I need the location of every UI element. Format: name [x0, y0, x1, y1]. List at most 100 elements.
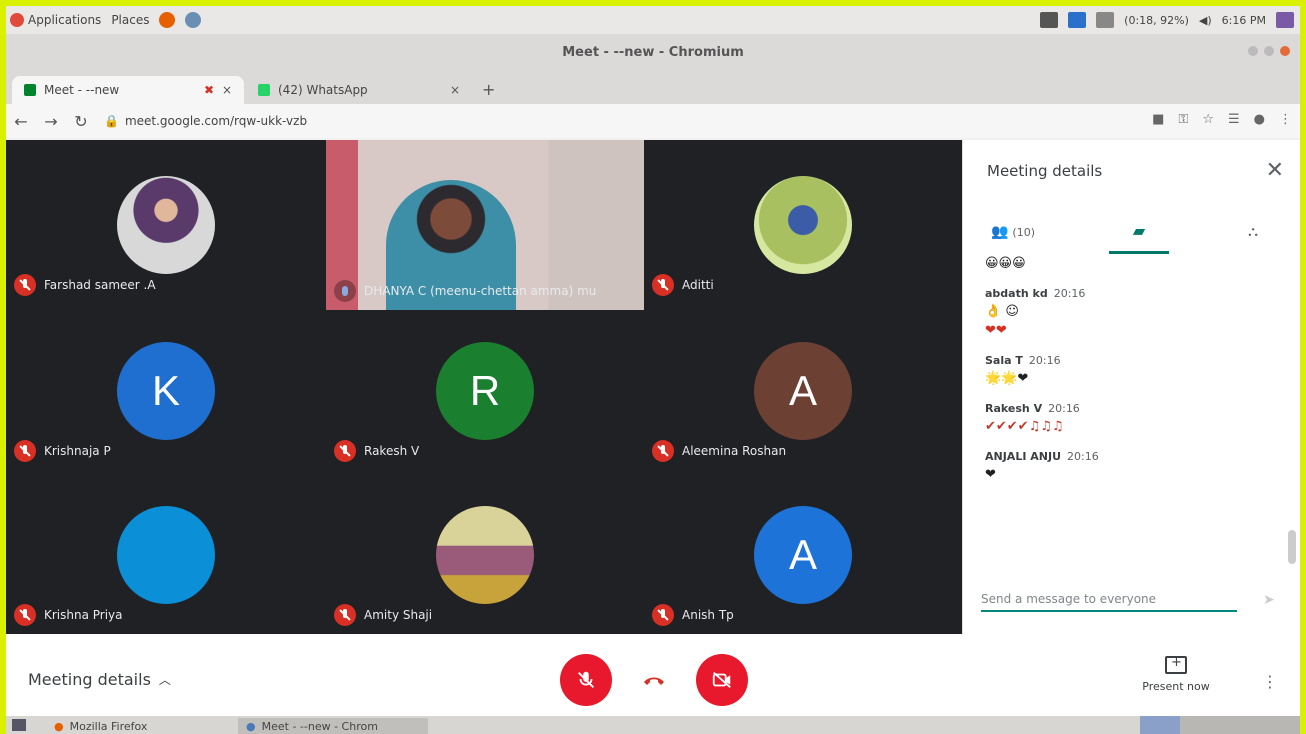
- participant-tile[interactable]: Farshad sameer .A: [6, 140, 324, 304]
- present-label: Present now: [1142, 680, 1210, 693]
- whatsapp-favicon-icon: [258, 84, 270, 96]
- more-options-icon[interactable]: ⋮: [1262, 672, 1278, 691]
- participant-tile[interactable]: A Aleemina Roshan: [644, 306, 962, 470]
- star-icon[interactable]: ☆: [1202, 112, 1214, 127]
- message-sender: abdath kd: [985, 287, 1048, 300]
- present-now-button[interactable]: Present now: [1136, 655, 1216, 693]
- firefox-icon: ●: [54, 719, 64, 733]
- camera-toggle-button[interactable]: [696, 654, 748, 706]
- avatar-letter: K: [151, 367, 180, 414]
- places-menu[interactable]: Places: [111, 13, 149, 27]
- tab-activities[interactable]: ⛬: [1223, 210, 1283, 254]
- participant-tile[interactable]: R Rakesh V: [326, 306, 644, 470]
- ubuntu-icon[interactable]: [10, 13, 24, 27]
- key-icon[interactable]: ⚿: [1178, 112, 1188, 127]
- hang-up-icon: [644, 677, 664, 685]
- microphone-toggle-button[interactable]: [560, 654, 612, 706]
- participant-name: Aditti: [682, 278, 714, 292]
- close-window-button[interactable]: [1280, 46, 1290, 56]
- present-icon: [1165, 655, 1187, 674]
- tab-close-icon[interactable]: ✖: [204, 83, 214, 97]
- tab-meet[interactable]: Meet - --new ✖ ×: [12, 76, 244, 104]
- participant-name: Rakesh V: [364, 444, 420, 458]
- firefox-launcher-icon[interactable]: [159, 12, 176, 28]
- taskbar: ● Mozilla Firefox ● Meet - --new - Chrom: [6, 716, 1300, 734]
- participant-tile[interactable]: Amity Shaji: [326, 470, 644, 634]
- tab-whatsapp[interactable]: (42) WhatsApp ×: [246, 76, 472, 104]
- tab-label: (42) WhatsApp: [278, 83, 368, 97]
- window-title: Meet - --new - Chromium: [562, 44, 744, 60]
- media-icon[interactable]: ☰: [1228, 112, 1240, 127]
- taskbar-label: Mozilla Firefox: [69, 719, 148, 733]
- network-icon[interactable]: [1096, 12, 1115, 28]
- send-icon[interactable]: ➤: [1263, 592, 1275, 608]
- reload-icon[interactable]: ↻: [66, 112, 96, 131]
- show-desktop-icon[interactable]: [12, 719, 26, 731]
- chat-input[interactable]: Send a message to everyone: [981, 588, 1237, 612]
- meeting-details-toggle[interactable]: Meeting details ︿: [28, 670, 171, 689]
- tab-chat[interactable]: ▰: [1109, 210, 1169, 254]
- address-bar: ← → ↻ 🔒 meet.google.com/rqw-ukk-vzb ■ ⚿ …: [6, 104, 1300, 138]
- message-sender: ANJALI ANJU: [985, 450, 1062, 463]
- close-panel-icon[interactable]: ✕: [1266, 158, 1284, 183]
- leave-call-button[interactable]: [628, 654, 680, 706]
- forward-icon[interactable]: →: [36, 112, 66, 131]
- taskbar-item-firefox[interactable]: ● Mozilla Firefox: [46, 718, 236, 734]
- participant-tile[interactable]: Aditti: [644, 140, 962, 304]
- message-text: 😀😀😀: [985, 256, 1026, 271]
- camera-indicator-icon[interactable]: ■: [1152, 112, 1164, 127]
- meeting-details-label: Meeting details: [28, 670, 151, 689]
- mic-off-icon: [652, 440, 674, 462]
- chat-message: Rakesh V 20:16 ✔✔✔✔♫♫♫: [985, 402, 1285, 434]
- tray-icon[interactable]: [1040, 12, 1059, 28]
- participant-name: Aleemina Roshan: [682, 444, 787, 458]
- mic-off-icon: [652, 604, 674, 626]
- meeting-details-panel: Meeting details ✕ 👥 (10) ▰ ⛬ 😀😀😀 abdath …: [962, 140, 1300, 634]
- participant-tile[interactable]: Krishna Priya: [6, 470, 324, 634]
- message-text: 👌 ☺: [985, 304, 1019, 319]
- mic-off-icon: [334, 604, 356, 626]
- tab-people[interactable]: 👥 (10): [983, 210, 1043, 254]
- chat-message: abdath kd 20:16 👌 ☺ ❤❤: [985, 287, 1285, 338]
- minimize-button[interactable]: [1248, 46, 1258, 56]
- menu-icon[interactable]: ⋮: [1279, 112, 1292, 127]
- window-titlebar: Meet - --new - Chromium: [6, 34, 1300, 70]
- call-controls-bar: Meeting details ︿ Present now ⋮: [6, 634, 1300, 716]
- participant-name: DHANYA C (meenu-chettan amma) mu: [364, 284, 597, 298]
- message-time: 20:16: [1028, 354, 1061, 367]
- user-menu-icon[interactable]: [1276, 12, 1294, 28]
- people-icon: 👥: [990, 224, 1009, 240]
- new-tab-button[interactable]: +: [482, 80, 495, 99]
- participant-tile[interactable]: A Anish Tp: [644, 470, 962, 634]
- applications-menu[interactable]: Applications: [28, 13, 101, 27]
- volume-icon[interactable]: ◀): [1199, 14, 1212, 27]
- battery-status[interactable]: (0:18, 92%): [1124, 14, 1189, 27]
- avatar: [754, 176, 852, 274]
- tab-strip: Meet - --new ✖ × (42) WhatsApp × +: [6, 70, 1300, 104]
- clock[interactable]: 6:16 PM: [1222, 14, 1266, 27]
- mic-off-icon: [652, 274, 674, 296]
- participant-tile[interactable]: DHANYA C (meenu-chettan amma) mu: [326, 140, 644, 310]
- url-field[interactable]: 🔒 meet.google.com/rqw-ukk-vzb: [104, 114, 307, 128]
- avatar-letter: A: [788, 531, 817, 578]
- chat-messages: 😀😀😀 abdath kd 20:16 👌 ☺ ❤❤ Sala T 20:16 🌟🌟…: [985, 252, 1285, 552]
- profile-icon[interactable]: ●: [1254, 112, 1265, 127]
- chromium-launcher-icon[interactable]: [185, 12, 202, 28]
- taskbar-item-chromium[interactable]: ● Meet - --new - Chrom: [238, 718, 428, 734]
- maximize-button[interactable]: [1264, 46, 1274, 56]
- avatar: [436, 506, 534, 604]
- system-bar: Applications Places (0:18, 92%) ◀) 6:16 …: [6, 6, 1300, 34]
- tab-close-icon[interactable]: ×: [222, 83, 232, 97]
- back-icon[interactable]: ←: [6, 112, 36, 131]
- workspace-switcher[interactable]: [1140, 716, 1300, 734]
- participant-name: Anish Tp: [682, 608, 734, 622]
- tab-close-icon[interactable]: ×: [450, 83, 460, 97]
- bluetooth-icon[interactable]: [1068, 12, 1087, 28]
- lock-icon: 🔒: [104, 114, 119, 128]
- chat-scrollbar[interactable]: [1288, 530, 1296, 564]
- message-text: ✔✔✔✔♫♫♫: [985, 419, 1064, 434]
- message-sender: Sala T: [985, 354, 1023, 367]
- panel-tabs: 👥 (10) ▰ ⛬: [963, 210, 1300, 254]
- mic-off-icon: [14, 274, 36, 296]
- participant-tile[interactable]: K Krishnaja P: [6, 306, 324, 470]
